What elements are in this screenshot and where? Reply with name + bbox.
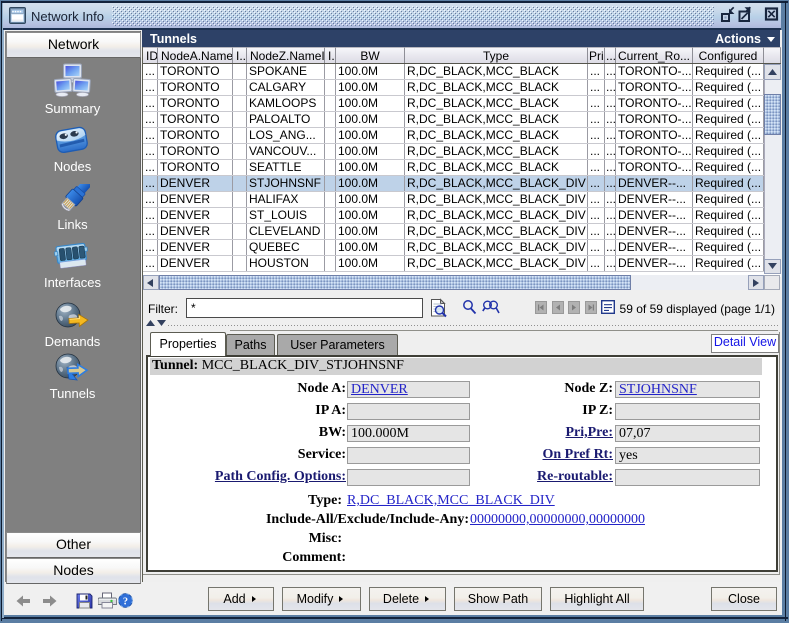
svg-text:?: ? xyxy=(123,596,128,607)
